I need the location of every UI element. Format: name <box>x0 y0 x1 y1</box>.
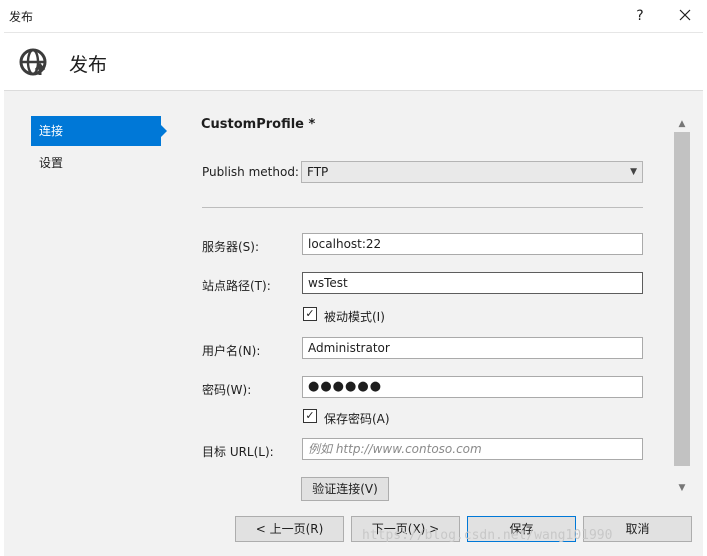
sidebar-item-connection[interactable]: 连接 <box>31 116 167 146</box>
chevron-down-icon: ▼ <box>630 167 637 177</box>
title-bar: 发布 ? <box>0 0 707 32</box>
scroll-down-icon[interactable]: ▼ <box>676 482 688 494</box>
publish-method-value: FTP <box>307 165 329 179</box>
target-url-input[interactable]: 例如 http://www.contoso.com <box>302 438 643 460</box>
publish-method-select[interactable]: FTP ▼ <box>301 161 643 183</box>
profile-title: CustomProfile * <box>201 117 316 132</box>
passive-mode-label: 被动模式(I) <box>324 310 385 324</box>
site-path-input[interactable]: wsTest <box>302 272 643 294</box>
vertical-scrollbar[interactable]: ▲ ▼ <box>674 118 690 498</box>
site-path-label: 站点路径(T): <box>202 279 271 293</box>
previous-button[interactable]: < 上一页(R) <box>235 516 344 542</box>
sidebar: 连接 设置 <box>4 91 180 556</box>
publish-method-label: Publish method: <box>202 165 299 179</box>
header-banner: 发布 <box>4 32 703 90</box>
watermark-text: https://blog.csdn.net/wang101990 <box>362 528 613 543</box>
save-password-label: 保存密码(A) <box>324 412 390 426</box>
close-button[interactable] <box>674 4 696 26</box>
window-title: 发布 <box>9 10 34 24</box>
globe-upload-icon <box>19 48 47 76</box>
save-password-checkbox[interactable]: ✓ <box>303 409 317 423</box>
close-icon <box>679 9 691 21</box>
scroll-up-icon[interactable]: ▲ <box>676 118 688 130</box>
help-button[interactable]: ? <box>630 5 650 27</box>
verify-connection-button[interactable]: 验证连接(V) <box>301 477 389 501</box>
server-label: 服务器(S): <box>202 240 260 254</box>
username-input[interactable]: Administrator <box>302 337 643 359</box>
password-input[interactable]: ●●●●●● <box>302 376 643 398</box>
page-title: 发布 <box>69 54 108 76</box>
sidebar-item-settings[interactable]: 设置 <box>31 148 161 178</box>
server-input[interactable]: localhost:22 <box>302 233 643 255</box>
target-url-label: 目标 URL(L): <box>202 445 274 459</box>
password-label: 密码(W): <box>202 383 252 397</box>
divider <box>202 207 643 208</box>
main-panel: 连接 设置 CustomProfile * Publish method: FT… <box>4 90 703 556</box>
username-label: 用户名(N): <box>202 344 261 358</box>
scroll-thumb[interactable] <box>674 132 690 466</box>
passive-mode-checkbox[interactable]: ✓ <box>303 307 317 321</box>
